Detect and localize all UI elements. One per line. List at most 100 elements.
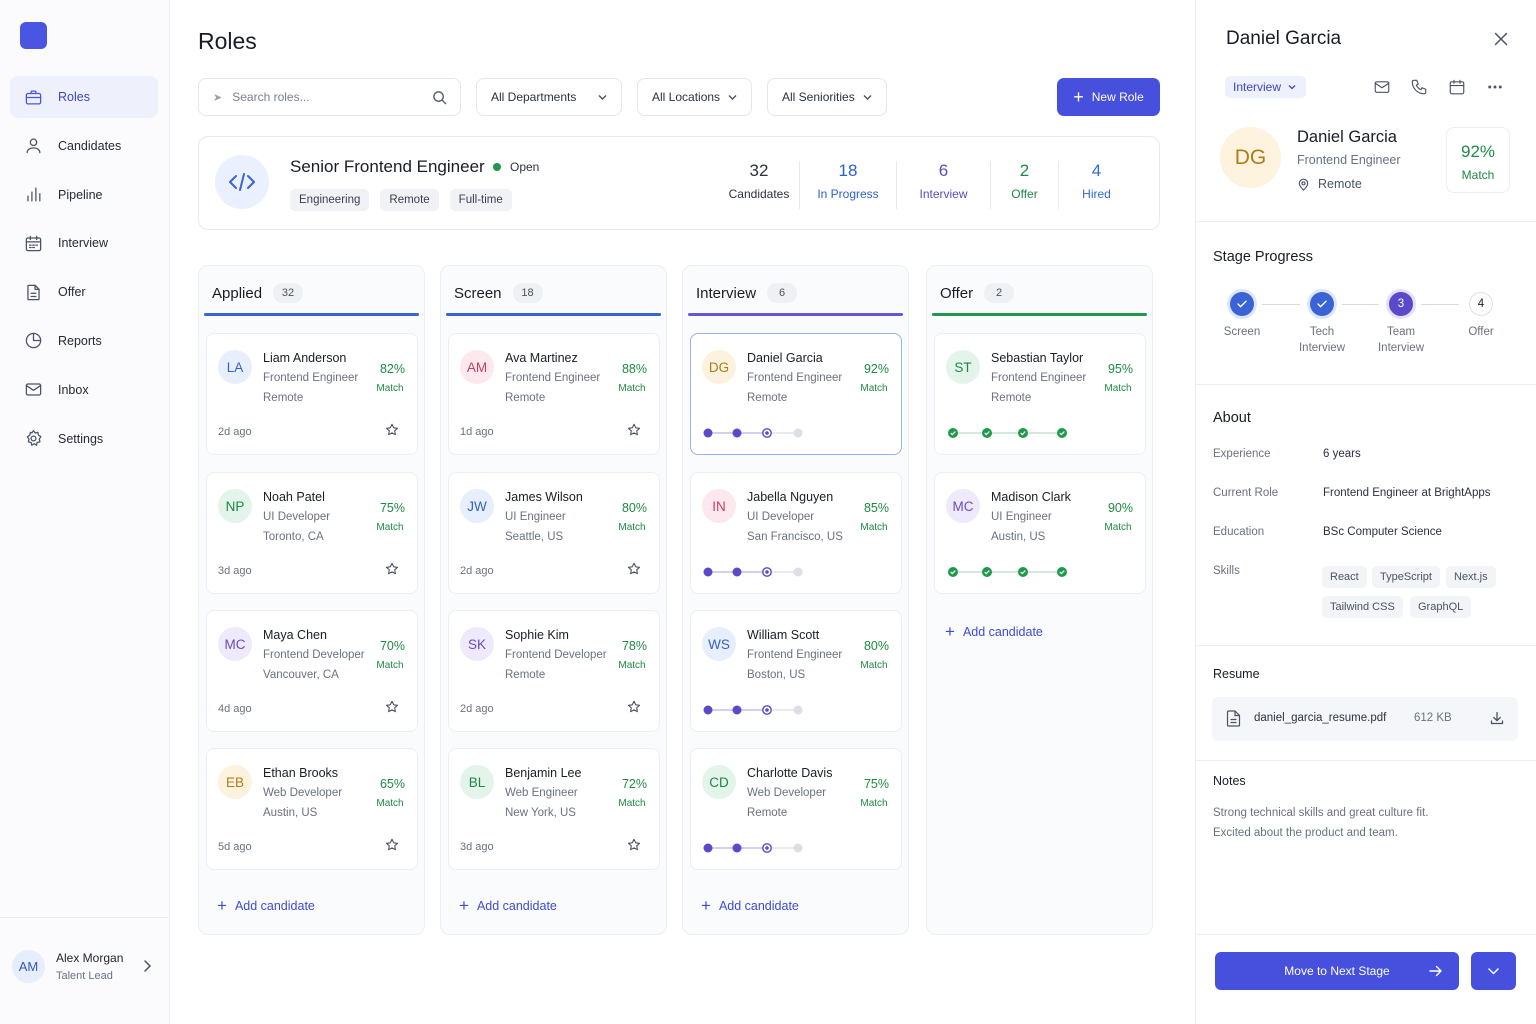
candidate-card[interactable]: WS William Scott Frontend Engineer Boston, … <box>690 610 902 732</box>
role-tags: Engineering Remote Full-time <box>290 189 512 211</box>
pie-chart-icon <box>23 331 43 351</box>
sidebar-item-settings[interactable]: Settings <box>10 418 158 460</box>
stat-in-progress[interactable]: 18 In Progress <box>800 161 897 209</box>
user-icon <box>23 136 43 156</box>
star-icon[interactable] <box>627 562 641 576</box>
candidate-title: Frontend Developer <box>505 649 607 661</box>
sidebar-item-candidates[interactable]: Candidates <box>10 125 158 167</box>
seniorities-dropdown[interactable]: All Seniorities <box>767 78 887 116</box>
match-label: Match <box>376 522 404 533</box>
star-icon[interactable] <box>627 700 641 714</box>
close-icon[interactable] <box>1494 32 1508 46</box>
sidebar-item-interview[interactable]: Interview <box>10 222 158 264</box>
star-icon[interactable] <box>385 838 399 852</box>
sidebar-item-pipeline[interactable]: Pipeline <box>10 174 158 216</box>
add-candidate-button[interactable]: + Add candidate <box>945 623 1043 640</box>
step-label: Offer <box>1468 326 1494 338</box>
add-candidate-button[interactable]: + Add candidate <box>217 897 315 914</box>
candidate-card[interactable]: JW James Wilson UI Engineer Seattle, US 80% M… <box>448 472 660 594</box>
column-count-badge: 2 <box>984 283 1015 303</box>
sidebar-item-offer[interactable]: Offer <box>10 271 158 313</box>
sidebar-item-inbox[interactable]: Inbox <box>10 369 158 411</box>
download-icon[interactable] <box>1490 711 1504 725</box>
resume-filename: daniel_garcia_resume.pdf <box>1254 712 1387 724</box>
status-label: Open <box>510 160 540 174</box>
stage-progress-dots <box>947 427 1067 439</box>
candidate-name: Ethan Brooks <box>263 766 339 780</box>
sidebar-item-roles[interactable]: Roles <box>10 76 158 118</box>
star-icon[interactable] <box>627 423 641 437</box>
more-actions-button[interactable] <box>1471 952 1516 990</box>
candidate-card[interactable]: SK Sophie Kim Frontend Developer Remote 78% M… <box>448 610 660 732</box>
departments-dropdown[interactable]: All Departments <box>476 78 622 116</box>
sidebar-item-reports[interactable]: Reports <box>10 320 158 362</box>
candidate-location: Remote <box>263 392 304 404</box>
column-count-badge: 32 <box>273 283 304 303</box>
gear-icon <box>23 429 43 449</box>
step-label: Team Interview <box>1377 326 1425 354</box>
new-role-button[interactable]: + New Role <box>1057 78 1160 116</box>
panel-title: Daniel Garcia <box>1226 28 1342 49</box>
candidate-card[interactable]: IN Jabella Nguyen UI Developer San Francisc… <box>690 472 902 594</box>
candidate-location: Toronto, CA <box>263 531 324 543</box>
user-role: Talent Lead <box>56 969 113 982</box>
search-input[interactable]: ➤ Search roles... <box>198 78 461 116</box>
calendar-icon[interactable] <box>1448 78 1466 96</box>
avatar: DG <box>702 350 736 384</box>
chevron-right-icon[interactable] <box>142 959 152 973</box>
phone-icon[interactable] <box>1410 78 1428 96</box>
location-label: Remote <box>1318 177 1362 191</box>
star-icon[interactable] <box>627 838 641 852</box>
app-logo[interactable] <box>20 22 47 49</box>
more-horizontal-icon[interactable] <box>1486 78 1504 96</box>
candidate-card[interactable]: MC Maya Chen Frontend Developer Vancouver, … <box>206 610 418 732</box>
resume-file[interactable]: daniel_garcia_resume.pdf 612 KB <box>1212 697 1518 741</box>
bar-chart-icon <box>23 185 43 205</box>
candidate-title: UI Developer <box>747 511 815 523</box>
avatar: AM <box>12 949 45 983</box>
candidate-title: UI Engineer <box>991 511 1052 523</box>
avatar: CD <box>702 765 736 799</box>
candidate-card[interactable]: CD Charlotte Davis Web Developer Remote 75% M… <box>690 748 902 870</box>
stat-offer[interactable]: 2 Offer <box>991 161 1059 209</box>
stage-dropdown[interactable]: Interview <box>1225 76 1307 98</box>
match-label: Match <box>376 660 404 671</box>
page-title: Roles <box>198 28 257 54</box>
stat-interview[interactable]: 6 Interview <box>897 161 991 209</box>
candidate-card[interactable]: ST Sebastian Taylor Frontend Engineer Remot… <box>934 333 1146 455</box>
stat-candidates[interactable]: 32 Candidates <box>719 161 800 209</box>
candidate-location: Remote <box>1297 177 1362 191</box>
candidate-card[interactable]: MC Madison Clark UI Engineer Austin, US 90% M… <box>934 472 1146 594</box>
candidate-name: Daniel Garcia <box>747 351 823 365</box>
star-icon[interactable] <box>385 700 399 714</box>
move-to-next-stage-button[interactable]: Move to Next Stage <box>1215 952 1459 990</box>
candidate-card[interactable]: AM Ava Martinez Frontend Engineer Remote 88%… <box>448 333 660 455</box>
candidate-location: San Francisco, US <box>747 531 843 543</box>
candidate-card[interactable]: LA Liam Anderson Frontend Engineer Remote 82… <box>206 333 418 455</box>
star-icon[interactable] <box>385 423 399 437</box>
candidate-title: Frontend Engineer <box>263 372 359 384</box>
check-icon <box>1230 292 1254 316</box>
applied-time: 2d ago <box>460 565 494 577</box>
candidate-card[interactable]: BL Benjamin Lee Web Engineer New York, US 72… <box>448 748 660 870</box>
match-label: Match <box>376 383 404 394</box>
add-candidate-button[interactable]: + Add candidate <box>459 897 557 914</box>
plus-icon: + <box>459 896 469 915</box>
mail-icon[interactable] <box>1373 78 1391 96</box>
avatar: MC <box>218 627 252 661</box>
candidate-card[interactable]: EB Ethan Brooks Web Developer Austin, US 65%… <box>206 748 418 870</box>
match-label: Match <box>860 660 888 671</box>
candidate-card[interactable]: NP Noah Patel UI Developer Toronto, CA 75% Ma… <box>206 472 418 594</box>
match-percent: 92% <box>863 362 889 376</box>
user-profile[interactable]: AM Alex Morgan Talent Lead <box>12 948 160 984</box>
candidate-title: Frontend Developer <box>263 649 365 661</box>
add-candidate-button[interactable]: + Add candidate <box>701 897 799 914</box>
candidate-card[interactable]: DG Daniel Garcia Frontend Engineer Remote 92… <box>690 333 902 455</box>
search-icon[interactable] <box>432 90 447 105</box>
column-header: Applied 32 <box>212 283 304 303</box>
star-icon[interactable] <box>385 562 399 576</box>
add-candidate-label: Add candidate <box>962 624 1043 639</box>
stat-hired[interactable]: 4 Hired <box>1059 161 1134 209</box>
step-label: Tech Interview <box>1298 326 1346 354</box>
locations-dropdown[interactable]: All Locations <box>637 78 752 116</box>
